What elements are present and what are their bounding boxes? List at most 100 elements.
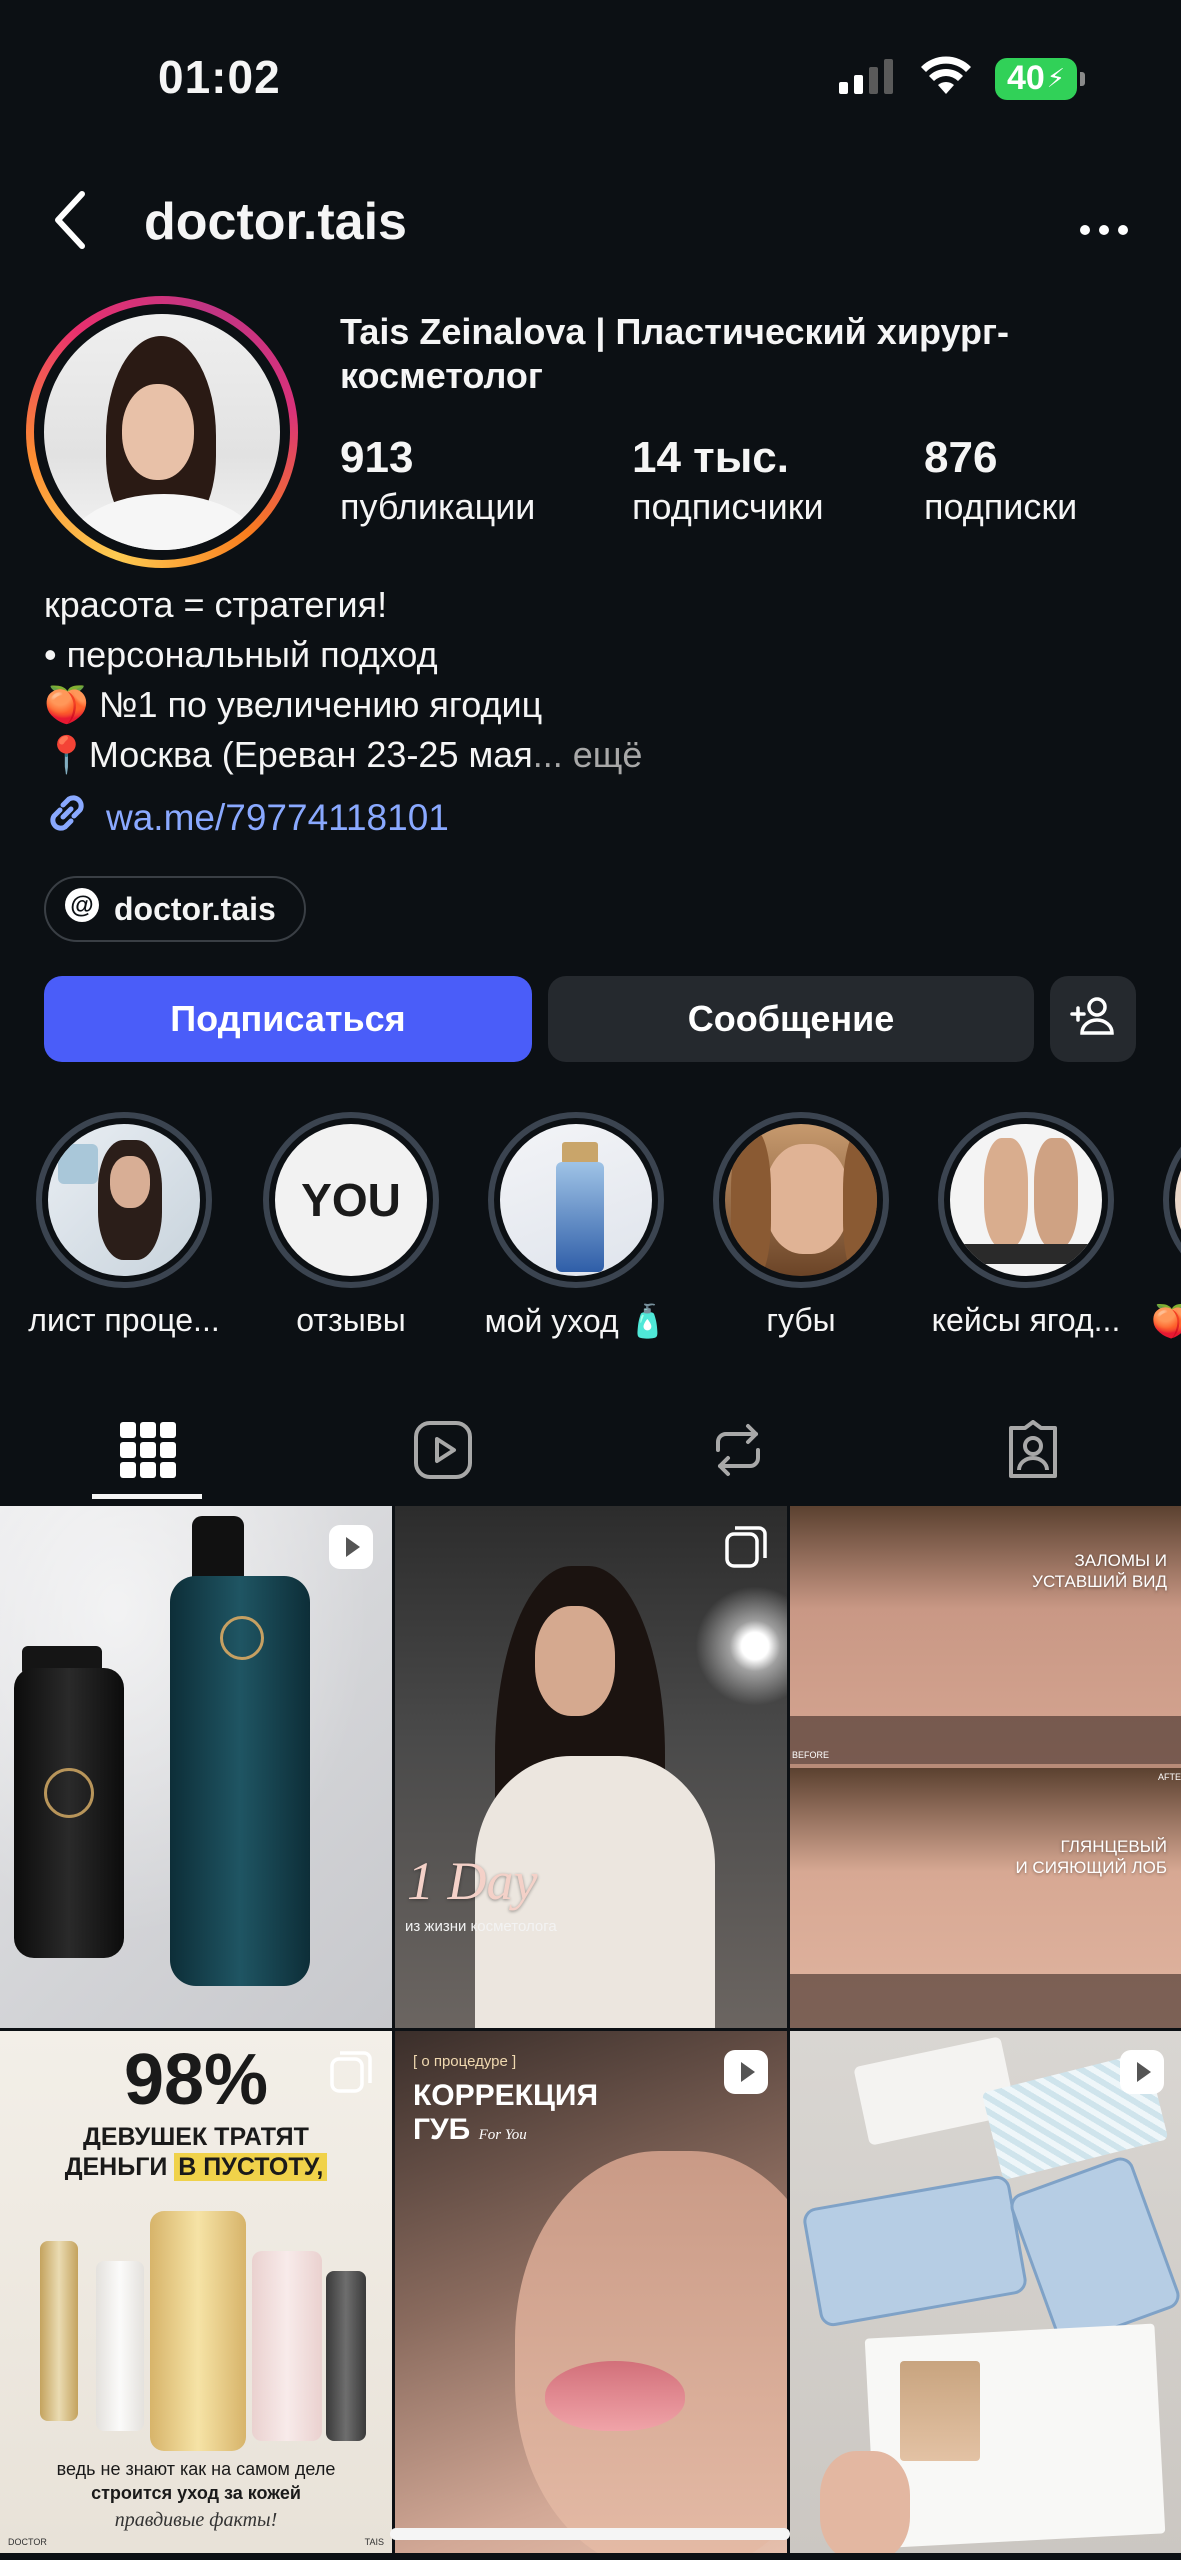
carousel-indicator-icon bbox=[723, 1524, 769, 1575]
reels-icon bbox=[413, 1420, 473, 1485]
post-headline-part: ДЕНЬГИ bbox=[64, 2153, 175, 2181]
battery-icon: 40 ⚡ bbox=[995, 57, 1085, 100]
bio-link-text: wa.me/79774118101 bbox=[106, 796, 449, 838]
post-caption-top: ЗАЛОМЫ И УСТАВШИЙ ВИД bbox=[1032, 1551, 1167, 1591]
highlight-label: отзывы bbox=[296, 1302, 406, 1338]
bio-more-link[interactable]: ... ещё bbox=[533, 734, 643, 775]
highlight-cover-text: YOU bbox=[301, 1174, 401, 1226]
post-headline: ДЕВУШЕК ТРАТЯТ bbox=[83, 2123, 309, 2151]
stat-value: 14 тыс. bbox=[632, 433, 789, 482]
post-thumbnail[interactable]: [ о процедуре ] КОРРЕКЦИЯ ГУБ For You bbox=[395, 2031, 787, 2553]
post-title-line: ГУБ For You bbox=[413, 2113, 598, 2152]
repost-icon bbox=[708, 1420, 768, 1485]
carousel-indicator-icon bbox=[328, 2049, 374, 2100]
reel-indicator-icon bbox=[1119, 2049, 1165, 2100]
highlight-label: лист проце... bbox=[28, 1302, 220, 1338]
post-thumbnail[interactable]: ЗАЛОМЫ И УСТАВШИЙ ВИД ГЛЯНЦЕВЫЙ И СИЯЮЩИ… bbox=[790, 1506, 1181, 2028]
follow-button[interactable]: Подписаться bbox=[44, 976, 532, 1062]
bio-line: • персональный подход bbox=[44, 634, 438, 675]
post-caption-bottom: ГЛЯНЦЕВЫЙ И СИЯЮЩИЙ ЛОБ bbox=[1015, 1837, 1167, 1877]
reel-indicator-icon bbox=[723, 2049, 769, 2100]
post-script: For You bbox=[478, 2127, 527, 2143]
post-title: 1 Day bbox=[407, 1851, 538, 1911]
suggest-people-button[interactable] bbox=[1050, 976, 1136, 1062]
post-thumbnail[interactable] bbox=[0, 1506, 392, 2028]
bio-line: 📍Москва (Ереван 23-25 мая... ещё bbox=[44, 730, 642, 780]
profile-tabs bbox=[0, 1400, 1181, 1504]
profile-full-name: Tais Zeinalova | Пластический хирург-кос… bbox=[340, 311, 1009, 396]
highlight-item[interactable]: мой уход 🧴 bbox=[476, 1112, 676, 1340]
tab-tagged[interactable] bbox=[886, 1400, 1181, 1504]
story-highlights: лист проце... YOU отзывы мой уход 🧴 губы bbox=[0, 1112, 1181, 1342]
tab-reposts[interactable] bbox=[591, 1400, 886, 1504]
grid-icon bbox=[119, 1421, 176, 1483]
stat-label: подписчики bbox=[632, 486, 824, 527]
post-footer-text: ведь не знают как на самом деле bbox=[56, 2459, 336, 2479]
more-options-button[interactable] bbox=[1079, 200, 1129, 240]
profile-screen: 01:02 40 ⚡ doctor.tais Tais Zeinalova | … bbox=[0, 0, 1181, 2560]
highlight-item[interactable]: лист проце... bbox=[24, 1112, 224, 1339]
post-headline: ДЕНЬГИ В ПУСТОТУ, bbox=[0, 2153, 392, 2182]
svg-text:@: @ bbox=[70, 892, 93, 919]
stat-label: подписки bbox=[924, 486, 1078, 527]
highlight-label: мой уход 🧴 bbox=[484, 1303, 668, 1339]
highlight-item[interactable]: кейсы ягод... bbox=[926, 1112, 1126, 1339]
profile-bio: красота = стратегия! • персональный подх… bbox=[44, 580, 642, 780]
highlight-label: кейсы ягод... bbox=[931, 1302, 1121, 1338]
post-title-line: КОРРЕКЦИЯ bbox=[413, 2079, 599, 2112]
post-thumbnail[interactable]: 98% ДЕВУШЕК ТРАТЯТ ДЕНЬГИ В ПУСТОТУ, вед… bbox=[0, 2031, 392, 2553]
stat-following[interactable]: 876 подписки bbox=[924, 432, 1181, 530]
header-username: doctor.tais bbox=[144, 193, 407, 251]
more-icon bbox=[1079, 191, 1129, 249]
post-brand-left: DOCTOR bbox=[8, 2537, 47, 2547]
threads-icon: @ bbox=[64, 887, 100, 931]
post-after-label: AFTE bbox=[1157, 1772, 1181, 1782]
post-subtitle: из жизни косметолога bbox=[405, 1918, 557, 1935]
post-title: КОРРЕКЦИЯ ГУБ For You bbox=[413, 2079, 598, 2152]
threads-badge[interactable]: @ doctor.tais bbox=[44, 876, 306, 942]
highlight-item[interactable]: YOU отзывы bbox=[251, 1112, 451, 1339]
post-thumbnail[interactable] bbox=[790, 2031, 1181, 2553]
highlight-item[interactable]: губы bbox=[701, 1112, 901, 1339]
stat-value: 876 bbox=[924, 433, 998, 482]
post-tag: [ о процедуре ] bbox=[413, 2053, 517, 2070]
bio-line: красота = стратегия! bbox=[44, 584, 388, 625]
battery-level: 40 bbox=[1006, 59, 1045, 97]
bio-link[interactable]: wa.me/79774118101 bbox=[44, 790, 449, 845]
status-icons: 40 ⚡ bbox=[837, 56, 1085, 101]
post-brand-right: TAIS bbox=[364, 2537, 384, 2547]
bio-line-text: 📍Москва (Ереван 23-25 мая bbox=[44, 734, 533, 775]
highlight-item[interactable]: 🍑 bbox=[1151, 1112, 1181, 1340]
post-before-label: BEFORE bbox=[792, 1750, 830, 1760]
highlight-label: 🍑 bbox=[1151, 1303, 1181, 1339]
post-title-word: ГУБ bbox=[413, 2113, 471, 2146]
stat-posts[interactable]: 913 публикации bbox=[340, 432, 632, 530]
back-button[interactable] bbox=[50, 190, 90, 255]
active-tab-indicator bbox=[92, 1494, 202, 1499]
wifi-icon bbox=[919, 56, 973, 101]
link-icon bbox=[44, 790, 90, 845]
chevron-left-icon bbox=[50, 191, 90, 254]
stat-label: публикации bbox=[340, 486, 536, 527]
post-footer-script: правдивые факты! bbox=[114, 2509, 278, 2531]
avatar-photo bbox=[44, 314, 280, 550]
profile-stats: 913 публикации 14 тыс. подписчики 876 по… bbox=[340, 432, 1181, 530]
post-footer-text: строится уход за кожей bbox=[91, 2483, 301, 2503]
stat-value: 913 bbox=[340, 433, 414, 482]
tab-posts[interactable] bbox=[0, 1400, 295, 1504]
add-person-icon bbox=[1070, 995, 1116, 1044]
reel-indicator-icon bbox=[328, 1524, 374, 1575]
threads-username: doctor.tais bbox=[114, 890, 276, 927]
status-time: 01:02 bbox=[158, 51, 281, 103]
post-headline-highlight: В ПУСТОТУ, bbox=[174, 2153, 328, 2181]
avatar[interactable] bbox=[26, 296, 298, 568]
home-indicator bbox=[390, 2528, 790, 2540]
stat-followers[interactable]: 14 тыс. подписчики bbox=[632, 432, 924, 530]
tab-reels[interactable] bbox=[295, 1400, 590, 1504]
posts-grid: 1 Day из жизни косметолога ЗАЛОМЫ И УСТА… bbox=[0, 1506, 1181, 2553]
highlight-label: губы bbox=[766, 1302, 836, 1338]
tagged-icon bbox=[1003, 1419, 1063, 1485]
post-thumbnail[interactable]: 1 Day из жизни косметолога bbox=[395, 1506, 787, 2028]
signal-icon bbox=[837, 58, 897, 99]
message-button[interactable]: Сообщение bbox=[548, 976, 1034, 1062]
